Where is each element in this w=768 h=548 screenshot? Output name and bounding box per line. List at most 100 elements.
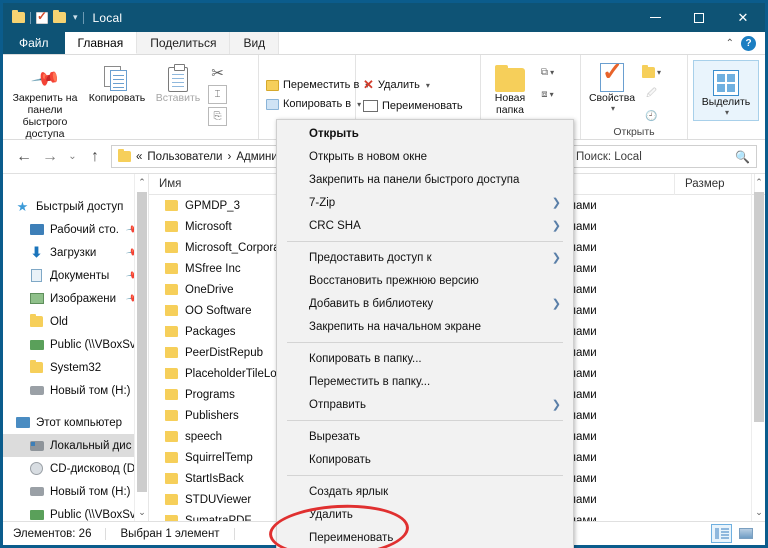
edit-button[interactable]: 🖉 bbox=[642, 85, 661, 104]
sidebar-item-новый-том-h[interactable]: Новый том (H:) bbox=[3, 379, 148, 402]
menu-item-добавить-в-библиотеку[interactable]: Добавить в библиотеку ❯ bbox=[277, 292, 573, 315]
copy-button[interactable]: Копировать bbox=[86, 58, 148, 104]
network-drive-icon bbox=[29, 338, 44, 352]
menu-item-вырезать[interactable]: Вырезать bbox=[277, 425, 573, 448]
sidebar-item-label: Public (\\VBoxSv bbox=[50, 508, 136, 521]
menu-item-переместить-в-папку[interactable]: Переместить в папку... bbox=[277, 370, 573, 393]
paste-button[interactable]: Вставить bbox=[150, 58, 206, 104]
new-folder-button[interactable]: Новая папка bbox=[484, 58, 536, 116]
scroll-down-icon[interactable]: ⌄ bbox=[135, 504, 148, 521]
paste-shortcut-button[interactable]: ⎘ bbox=[208, 107, 227, 126]
menu-item-закрепить-на-панели-быстрого-доступа[interactable]: Закрепить на панели быстрого доступа bbox=[277, 168, 573, 191]
column-header-size[interactable]: Размер bbox=[675, 174, 755, 195]
navigation-scrollbar[interactable]: ⌃ ⌄ bbox=[134, 174, 148, 521]
chevron-down-icon[interactable]: ▾ bbox=[426, 81, 430, 90]
file-name-label: Publishers bbox=[185, 409, 239, 422]
breadcrumb-item-users[interactable]: Пользователи bbox=[147, 151, 222, 163]
menu-item-копировать[interactable]: Копировать bbox=[277, 448, 573, 471]
collapse-ribbon-icon[interactable]: ⌃ bbox=[726, 38, 734, 49]
copy-to-icon bbox=[266, 98, 279, 110]
ribbon-group-clipboard: 📌 Закрепить на панели быстрого доступа К… bbox=[3, 55, 259, 152]
back-button[interactable]: ← bbox=[11, 144, 37, 170]
file-name-label: STDUViewer bbox=[185, 493, 252, 506]
sidebar-item-label: Изображени bbox=[50, 292, 117, 305]
sidebar-item-old[interactable]: Old bbox=[3, 310, 148, 333]
menu-item-предоставить-доступ-к[interactable]: Предоставить доступ к ❯ bbox=[277, 246, 573, 269]
pin-to-quick-access-button[interactable]: 📌 Закрепить на панели быстрого доступа bbox=[6, 58, 84, 140]
new-item-button[interactable]: ⧉ ▾ bbox=[538, 63, 557, 82]
menu-item-переименовать[interactable]: Переименовать bbox=[277, 526, 573, 548]
menu-item-открыть[interactable]: Открыть bbox=[277, 122, 573, 145]
move-to-label: Переместить в bbox=[283, 79, 360, 91]
tab-view[interactable]: Вид bbox=[230, 32, 280, 54]
cut-button[interactable]: ✂ bbox=[208, 63, 227, 82]
menu-item-копировать-в-папку[interactable]: Копировать в папку... bbox=[277, 347, 573, 370]
sidebar-item-локальный-дис[interactable]: Локальный дис bbox=[3, 434, 148, 457]
tab-home[interactable]: Главная bbox=[64, 32, 138, 54]
chevron-down-icon[interactable]: ▾ bbox=[73, 12, 78, 23]
open-with-button[interactable]: ▾ bbox=[642, 63, 661, 82]
tiles-view-button[interactable] bbox=[735, 524, 756, 543]
scrollbar-thumb[interactable] bbox=[754, 192, 764, 422]
sidebar-item-этот-компьютер[interactable]: Этот компьютер bbox=[3, 411, 148, 434]
select-panel: Выделить ▾ bbox=[693, 60, 759, 122]
menu-item-label: Переименовать bbox=[309, 531, 394, 544]
menu-item-label: Закрепить на панели быстрого доступа bbox=[309, 173, 520, 186]
minimize-button[interactable] bbox=[633, 3, 677, 32]
properties-quick-icon[interactable] bbox=[36, 9, 48, 24]
chevron-down-icon[interactable]: ▾ bbox=[611, 104, 615, 113]
sidebar-item-изображени[interactable]: Изображени 📌 bbox=[3, 287, 148, 310]
sidebar-item-новый-том-h[interactable]: Новый том (H:) bbox=[3, 480, 148, 503]
menu-item-создать-ярлык[interactable]: Создать ярлык bbox=[277, 480, 573, 503]
menu-item-открыть-в-новом-окне[interactable]: Открыть в новом окне bbox=[277, 145, 573, 168]
menu-item-удалить[interactable]: Удалить bbox=[277, 503, 573, 526]
sidebar-item-рабочий-сто[interactable]: Рабочий сто. 📌 bbox=[3, 218, 148, 241]
scroll-up-icon[interactable]: ⌃ bbox=[752, 174, 765, 191]
file-list-scrollbar[interactable]: ⌃ ⌄ bbox=[751, 174, 765, 521]
sidebar-item-public-vboxsv[interactable]: Public (\\VBoxSv bbox=[3, 503, 148, 521]
breadcrumb-separator: › bbox=[227, 150, 232, 163]
menu-item-7-zip[interactable]: 7-Zip ❯ bbox=[277, 191, 573, 214]
title-bar: ▾ Local ✕ bbox=[3, 3, 765, 32]
easy-access-button[interactable]: ⧈ ▾ bbox=[538, 85, 557, 104]
scrollbar-thumb[interactable] bbox=[137, 192, 147, 492]
sidebar-item-cd-дисковод-d[interactable]: CD-дисковод (D bbox=[3, 457, 148, 480]
tab-file[interactable]: Файл bbox=[3, 32, 65, 54]
search-input[interactable]: Поиск: Local 🔍 bbox=[569, 145, 757, 168]
menu-item-восстановить-прежнюю-версию[interactable]: Восстановить прежнюю версию bbox=[277, 269, 573, 292]
up-button[interactable]: ↑ bbox=[82, 144, 108, 170]
menu-item-label: Создать ярлык bbox=[309, 485, 389, 498]
sidebar-item-system32[interactable]: System32 bbox=[3, 356, 148, 379]
copy-path-button[interactable]: ⌶ bbox=[208, 85, 227, 104]
tab-share[interactable]: Поделиться bbox=[137, 32, 231, 54]
sidebar-item-документы[interactable]: Документы 📌 bbox=[3, 264, 148, 287]
help-icon[interactable]: ? bbox=[741, 35, 756, 51]
sidebar-item-быстрый-доступ[interactable]: ★ Быстрый доступ bbox=[3, 195, 148, 218]
clipboard-small-buttons: ✂ ⌶ ⎘ bbox=[208, 58, 227, 126]
sidebar-item-label: Новый том (H:) bbox=[50, 384, 131, 397]
recent-locations-button[interactable]: ⌄ bbox=[63, 144, 82, 170]
history-button[interactable]: 🕘 bbox=[642, 107, 661, 126]
menu-item-отправить[interactable]: Отправить ❯ bbox=[277, 393, 573, 416]
maximize-button[interactable] bbox=[677, 3, 721, 32]
forward-button[interactable]: → bbox=[37, 144, 63, 170]
copy-to-button[interactable]: Копировать в ▾ bbox=[262, 96, 365, 112]
folder-icon bbox=[165, 199, 178, 211]
details-view-button[interactable] bbox=[711, 524, 732, 543]
select-button[interactable]: Выделить ▾ bbox=[700, 64, 752, 117]
search-icon[interactable]: 🔍 bbox=[735, 150, 750, 164]
properties-button[interactable]: Свойства ▾ bbox=[584, 58, 640, 113]
scroll-up-icon[interactable]: ⌃ bbox=[135, 174, 148, 191]
close-button[interactable]: ✕ bbox=[721, 3, 765, 32]
sidebar-item-загрузки[interactable]: ⬇ Загрузки 📌 bbox=[3, 241, 148, 264]
chevron-down-icon[interactable]: ▾ bbox=[725, 108, 729, 117]
rename-button[interactable]: Переименовать bbox=[359, 98, 467, 114]
delete-button[interactable]: ✕ Удалить ▾ bbox=[359, 75, 434, 95]
menu-item-crc-sha[interactable]: CRC SHA ❯ bbox=[277, 214, 573, 237]
menu-item-закрепить-на-начальном-экране[interactable]: Закрепить на начальном экране bbox=[277, 315, 573, 338]
scroll-down-icon[interactable]: ⌄ bbox=[752, 504, 765, 521]
folder-icon bbox=[118, 149, 131, 162]
sidebar-item-public-vboxsv[interactable]: Public (\\VBoxSv bbox=[3, 333, 148, 356]
window-title: Local bbox=[92, 10, 123, 25]
new-folder-quick-icon[interactable] bbox=[53, 10, 66, 23]
